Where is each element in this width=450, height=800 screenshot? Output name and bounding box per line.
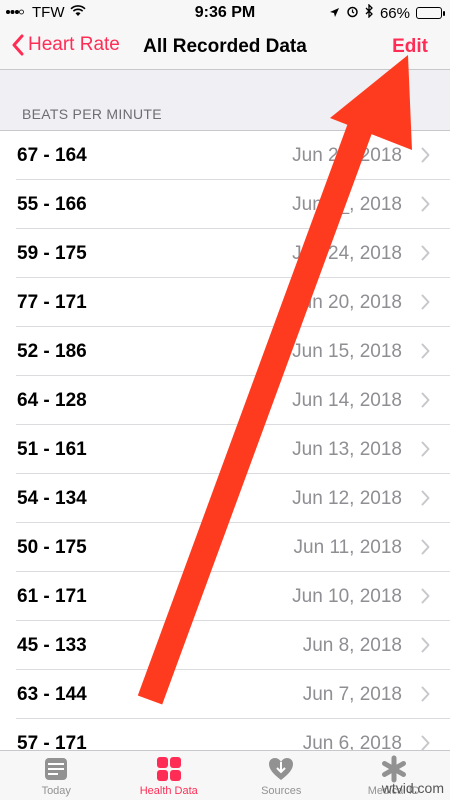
chevron-right-icon <box>421 245 430 261</box>
record-date: Jun 7, 2018 <box>302 684 402 705</box>
bpm-range: 63 - 144 <box>17 684 87 705</box>
chevron-right-icon <box>421 392 430 408</box>
heart-download-icon <box>269 758 294 780</box>
table-row[interactable]: 50 - 175 Jun 11, 2018 <box>0 523 450 572</box>
page-title: All Recorded Data <box>143 36 307 57</box>
tab-today[interactable]: Today <box>0 751 113 800</box>
location-icon <box>329 5 340 22</box>
record-date: Jun 11, 2018 <box>293 537 402 558</box>
record-date: Jun 10, 2018 <box>292 586 402 607</box>
record-date: Jun 20, 2018 <box>292 292 402 313</box>
chevron-right-icon <box>421 686 430 702</box>
bpm-range: 45 - 133 <box>17 635 87 656</box>
chevron-right-icon <box>421 196 430 212</box>
record-date: Jun 27, 2018 <box>292 145 402 166</box>
table-row[interactable]: 52 - 186 Jun 15, 2018 <box>0 327 450 376</box>
record-date: Jun 8, 2018 <box>302 635 402 656</box>
chevron-right-icon <box>421 637 430 653</box>
bpm-range: 51 - 161 <box>17 439 87 460</box>
record-date: Jun 6, 2018 <box>302 733 402 750</box>
calendar-icon <box>45 758 68 780</box>
asterisk-icon <box>381 755 406 783</box>
chevron-right-icon <box>421 588 430 604</box>
tab-today-label: Today <box>41 785 71 797</box>
recorded-data-list: 67 - 164 Jun 27, 2018 55 - 166 Jun 2_, 2018… <box>0 130 450 750</box>
table-row[interactable]: 77 - 171 Jun 20, 2018 <box>0 278 450 327</box>
grid-icon <box>156 757 181 781</box>
table-row[interactable]: 63 - 144 Jun 7, 2018 <box>0 670 450 719</box>
chevron-right-icon <box>421 539 430 555</box>
chevron-right-icon <box>421 147 430 163</box>
bluetooth-icon <box>365 3 374 22</box>
record-date: Jun 24, 2018 <box>292 243 402 264</box>
edit-button[interactable]: Edit <box>392 36 428 58</box>
chevron-right-icon <box>421 294 430 310</box>
bpm-range: 50 - 175 <box>17 537 87 558</box>
bpm-range: 54 - 134 <box>17 488 87 509</box>
watermark: wtvid.com <box>381 780 444 796</box>
chevron-right-icon <box>421 441 430 457</box>
bpm-range: 55 - 166 <box>17 194 87 215</box>
chevron-right-icon <box>421 343 430 359</box>
record-date: Jun 13, 2018 <box>292 439 402 460</box>
alarm-icon <box>346 5 359 22</box>
bpm-range: 61 - 171 <box>17 586 87 607</box>
tab-sources[interactable]: Sources <box>225 751 338 800</box>
chevron-right-icon <box>421 735 430 750</box>
table-row[interactable]: 64 - 128 Jun 14, 2018 <box>0 376 450 425</box>
record-date: Jun 14, 2018 <box>292 390 402 411</box>
table-row[interactable]: 55 - 166 Jun 2_, 2018 <box>0 180 450 229</box>
table-row[interactable]: 54 - 134 Jun 12, 2018 <box>0 474 450 523</box>
record-date: Jun 15, 2018 <box>292 341 402 362</box>
bpm-range: 57 - 171 <box>17 733 87 750</box>
table-row[interactable]: 51 - 161 Jun 13, 2018 <box>0 425 450 474</box>
table-row[interactable]: 59 - 175 Jun 24, 2018 <box>0 229 450 278</box>
table-row[interactable]: 57 - 171 Jun 6, 2018 <box>0 719 450 750</box>
table-row[interactable]: 45 - 133 Jun 8, 2018 <box>0 621 450 670</box>
record-date: Jun 2_, 2018 <box>292 194 402 215</box>
table-row[interactable]: 61 - 171 Jun 10, 2018 <box>0 572 450 621</box>
section-header: BEATS PER MINUTE <box>22 106 162 122</box>
bpm-range: 52 - 186 <box>17 341 87 362</box>
tab-health-data-label: Health Data <box>139 785 198 797</box>
status-right: 66% <box>329 3 445 22</box>
battery-percent: 66% <box>379 4 410 22</box>
battery-icon <box>416 7 445 19</box>
status-bar: TFW 9:36 PM 66% <box>0 0 450 26</box>
chevron-right-icon <box>421 490 430 506</box>
bpm-range: 77 - 171 <box>17 292 87 313</box>
record-date: Jun 12, 2018 <box>292 488 402 509</box>
navigation-bar: Heart Rate All Recorded Data Edit <box>0 26 450 70</box>
bpm-range: 59 - 175 <box>17 243 87 264</box>
table-row[interactable]: 67 - 164 Jun 27, 2018 <box>0 131 450 180</box>
tab-sources-label: Sources <box>261 785 302 797</box>
bpm-range: 64 - 128 <box>17 390 87 411</box>
bpm-range: 67 - 164 <box>17 145 87 166</box>
tab-health-data[interactable]: Health Data <box>113 751 226 800</box>
